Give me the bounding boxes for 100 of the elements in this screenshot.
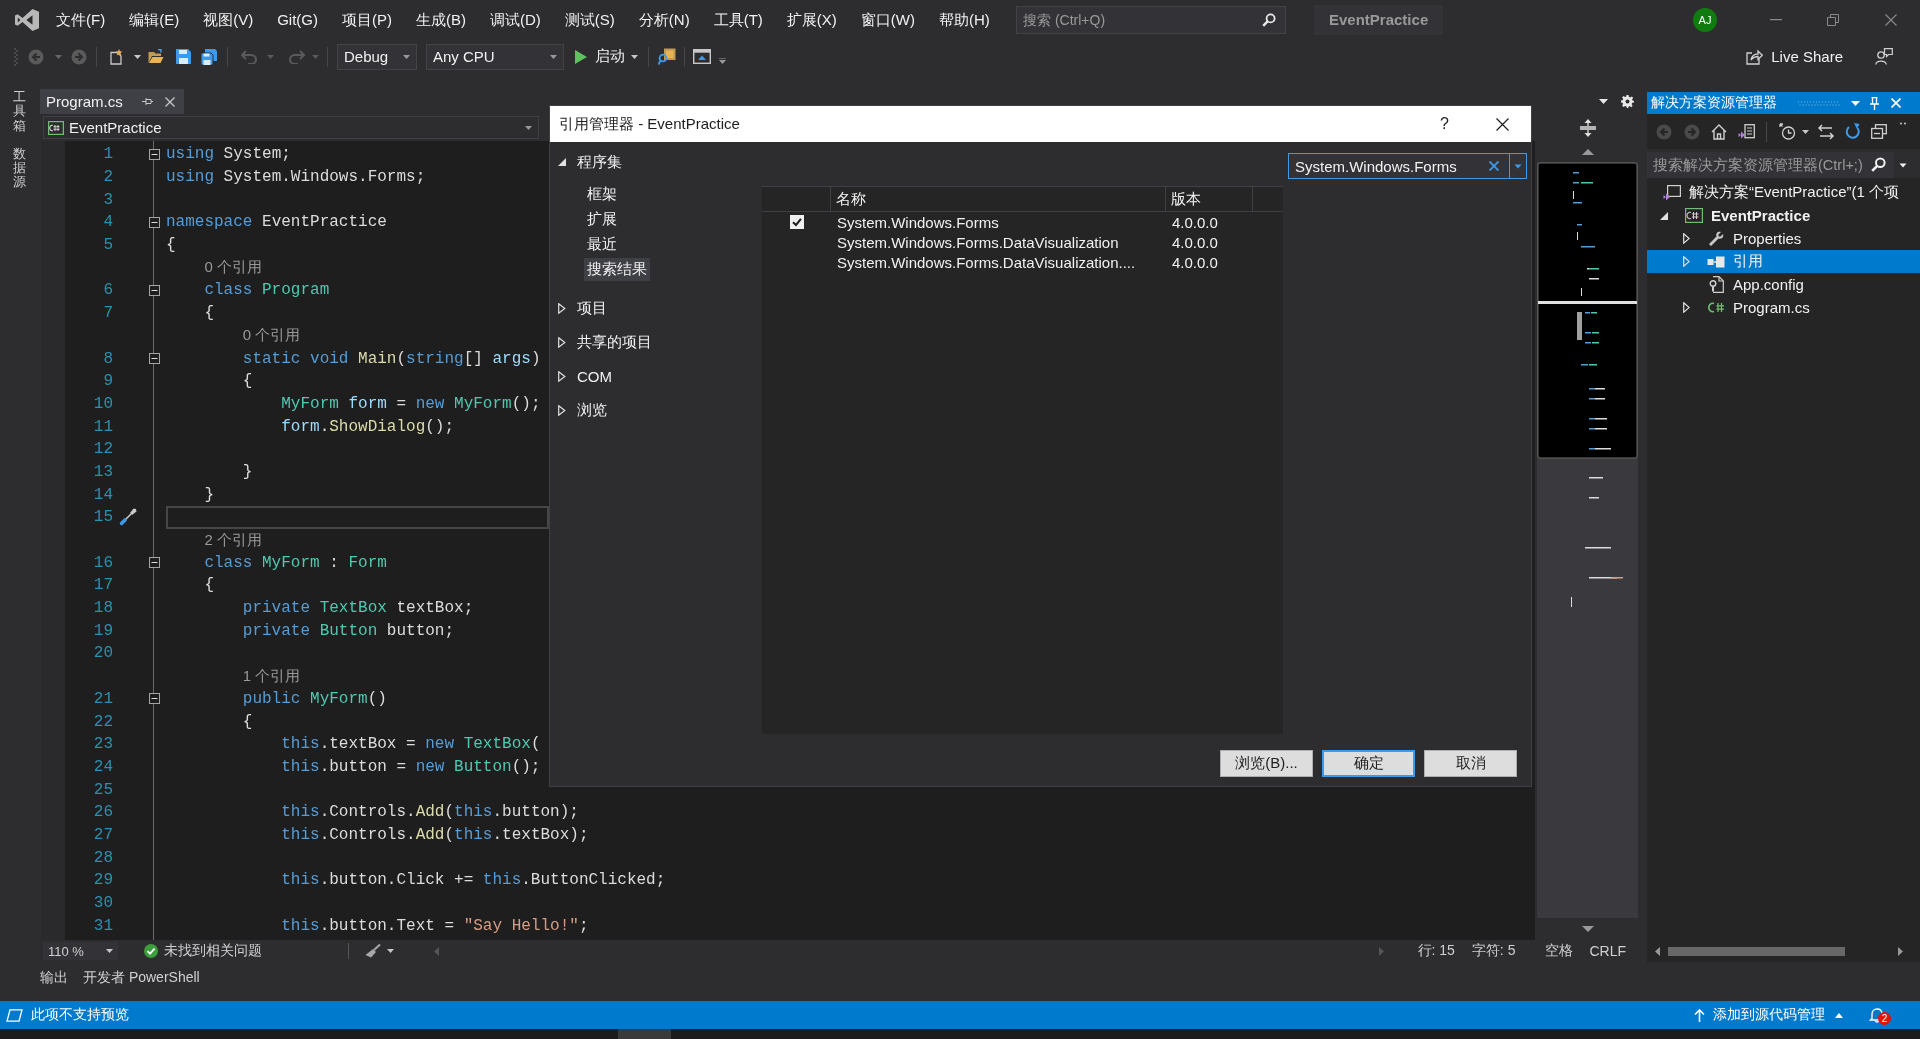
screwdriver-icon[interactable] (119, 508, 137, 527)
tree-item[interactable]: Program.cs (1647, 296, 1920, 319)
column-header[interactable]: 版本 (1171, 189, 1201, 209)
search-field[interactable]: 搜索 (Ctrl+Q) (1016, 6, 1286, 34)
dialog-button[interactable]: 确定 (1322, 750, 1415, 777)
fold-icon[interactable] (149, 693, 160, 705)
tree-item[interactable]: Properties (1647, 227, 1920, 250)
platform-dropdown[interactable]: Any CPU (426, 43, 564, 70)
dialog-button[interactable]: 浏览(B)... (1220, 750, 1313, 777)
nav-item[interactable]: COM (574, 365, 615, 387)
nav-item[interactable]: 程序集 (574, 150, 625, 174)
issues-indicator[interactable]: 未找到相关问题 (144, 942, 262, 960)
menu-item[interactable]: 测试(S) (552, 10, 627, 30)
folder-search-icon[interactable] (658, 48, 676, 65)
refresh-icon[interactable] (1845, 123, 1861, 140)
scroll-left-icon[interactable] (1655, 946, 1660, 956)
document-tab[interactable]: Program.cs (40, 89, 184, 114)
pin-icon[interactable] (141, 97, 153, 106)
tree-item[interactable]: App.config (1647, 273, 1920, 296)
save-icon[interactable] (176, 49, 191, 64)
caret-icon[interactable] (134, 54, 141, 59)
scroll-up-icon[interactable] (1581, 149, 1594, 155)
line-ending-indicator[interactable]: CRLF (1589, 943, 1626, 959)
start-button[interactable]: 启动 (571, 43, 642, 70)
caret-icon[interactable] (387, 949, 394, 953)
panel-tab[interactable]: 输出 (40, 969, 68, 987)
dialog-button[interactable]: 取消 (1424, 750, 1517, 777)
zoom-dropdown[interactable]: 110 % (43, 942, 118, 960)
tree-arrow-icon[interactable] (1660, 211, 1668, 220)
fold-icon[interactable] (149, 148, 160, 160)
new-project-icon[interactable] (108, 48, 124, 65)
side-tab[interactable]: 工具箱 (13, 90, 26, 133)
folder-icon[interactable] (148, 49, 164, 64)
split-icon[interactable] (1579, 119, 1596, 137)
tree-item[interactable]: 引用 (1647, 250, 1920, 273)
source-control-button[interactable]: 添加到源代码管理 (1694, 1006, 1843, 1024)
code-lens[interactable]: 1 个引用 (242, 666, 301, 686)
tree-arrow-icon[interactable] (558, 302, 566, 314)
configuration-dropdown[interactable]: Debug (337, 43, 417, 70)
tree-item[interactable]: 解决方案“EventPractice”(1 个项 (1647, 181, 1920, 204)
account-avatar[interactable]: AJ (1693, 8, 1717, 32)
menu-item[interactable]: 编辑(E) (117, 10, 192, 30)
scroll-down-icon[interactable] (1581, 926, 1594, 932)
clear-icon[interactable] (1489, 161, 1499, 171)
checkbox[interactable] (789, 215, 804, 229)
whitespace-indicator[interactable]: 空格 (1545, 942, 1574, 960)
nav-item[interactable]: 项目 (574, 296, 610, 320)
switch-views-icon[interactable] (1738, 123, 1755, 140)
tree-item[interactable]: EventPractice (1647, 204, 1920, 227)
search-field[interactable]: System.Windows.Forms (1288, 153, 1527, 179)
brush-icon[interactable] (365, 944, 381, 958)
code-lens[interactable]: 2 个引用 (204, 530, 262, 550)
save-all-icon[interactable] (201, 48, 217, 65)
column-header[interactable]: 名称 (836, 189, 866, 209)
clock-icon[interactable] (1779, 123, 1796, 140)
menu-item[interactable]: 分析(N) (626, 10, 702, 30)
menu-item[interactable]: 帮助(H) (926, 10, 1002, 30)
tree-arrow-icon[interactable] (558, 158, 566, 166)
help-button[interactable]: ? (1440, 115, 1449, 133)
code-lens[interactable]: 0 个引用 (242, 326, 301, 346)
side-tab[interactable]: 数据源 (13, 146, 26, 190)
tree-arrow-icon[interactable] (558, 404, 566, 416)
restore-icon[interactable] (1827, 14, 1839, 26)
bell-icon[interactable] (1869, 1007, 1885, 1023)
nav-item[interactable]: 浏览 (574, 398, 610, 422)
horizontal-scrollbar[interactable] (1647, 940, 1920, 962)
fold-icon[interactable] (149, 216, 160, 228)
column-indicator[interactable]: 字符: 5 (1471, 942, 1516, 960)
nav-item[interactable]: 扩展 (584, 208, 620, 231)
tree-arrow-icon[interactable] (558, 336, 566, 348)
feedback-icon[interactable] (1875, 48, 1893, 65)
nav-item[interactable]: 框架 (584, 183, 620, 206)
stacked-squares-icon[interactable] (1871, 124, 1887, 139)
overflow-icon[interactable] (1900, 122, 1906, 125)
menu-item[interactable]: Git(G) (265, 10, 330, 30)
menu-item[interactable]: 生成(B) (404, 10, 478, 30)
line-indicator[interactable]: 行: 15 (1417, 942, 1455, 960)
caret-icon[interactable] (719, 57, 726, 64)
code-lens[interactable]: 0 个引用 (204, 258, 262, 278)
navigation-dropdown[interactable]: EventPractice (43, 116, 539, 139)
tree-arrow-icon[interactable] (1682, 302, 1690, 313)
menu-item[interactable]: 文件(F) (44, 10, 118, 30)
fold-icon[interactable] (149, 557, 160, 569)
menu-item[interactable]: 工具(T) (701, 10, 775, 30)
code-minimap[interactable] (1537, 162, 1638, 918)
search-field[interactable]: 搜索解决方案资源管理器(Ctrl+;) (1647, 152, 1894, 178)
fold-icon[interactable] (149, 353, 160, 365)
menu-item[interactable]: 项目(P) (330, 10, 404, 30)
tree-arrow-icon[interactable] (558, 370, 566, 382)
caret-icon[interactable] (1802, 129, 1809, 134)
live-share-button[interactable]: Live Share (1746, 48, 1843, 65)
menu-item[interactable]: 窗口(W) (848, 10, 927, 30)
window-icon[interactable] (693, 49, 711, 64)
scroll-right-icon[interactable] (1898, 946, 1903, 956)
settings-icon[interactable] (1621, 95, 1634, 108)
close-icon[interactable] (1496, 117, 1509, 131)
home-icon[interactable] (1711, 123, 1727, 140)
fold-icon[interactable] (149, 284, 160, 296)
nav-item[interactable]: 搜索结果 (584, 258, 650, 281)
minimize-icon[interactable] (1770, 19, 1782, 21)
